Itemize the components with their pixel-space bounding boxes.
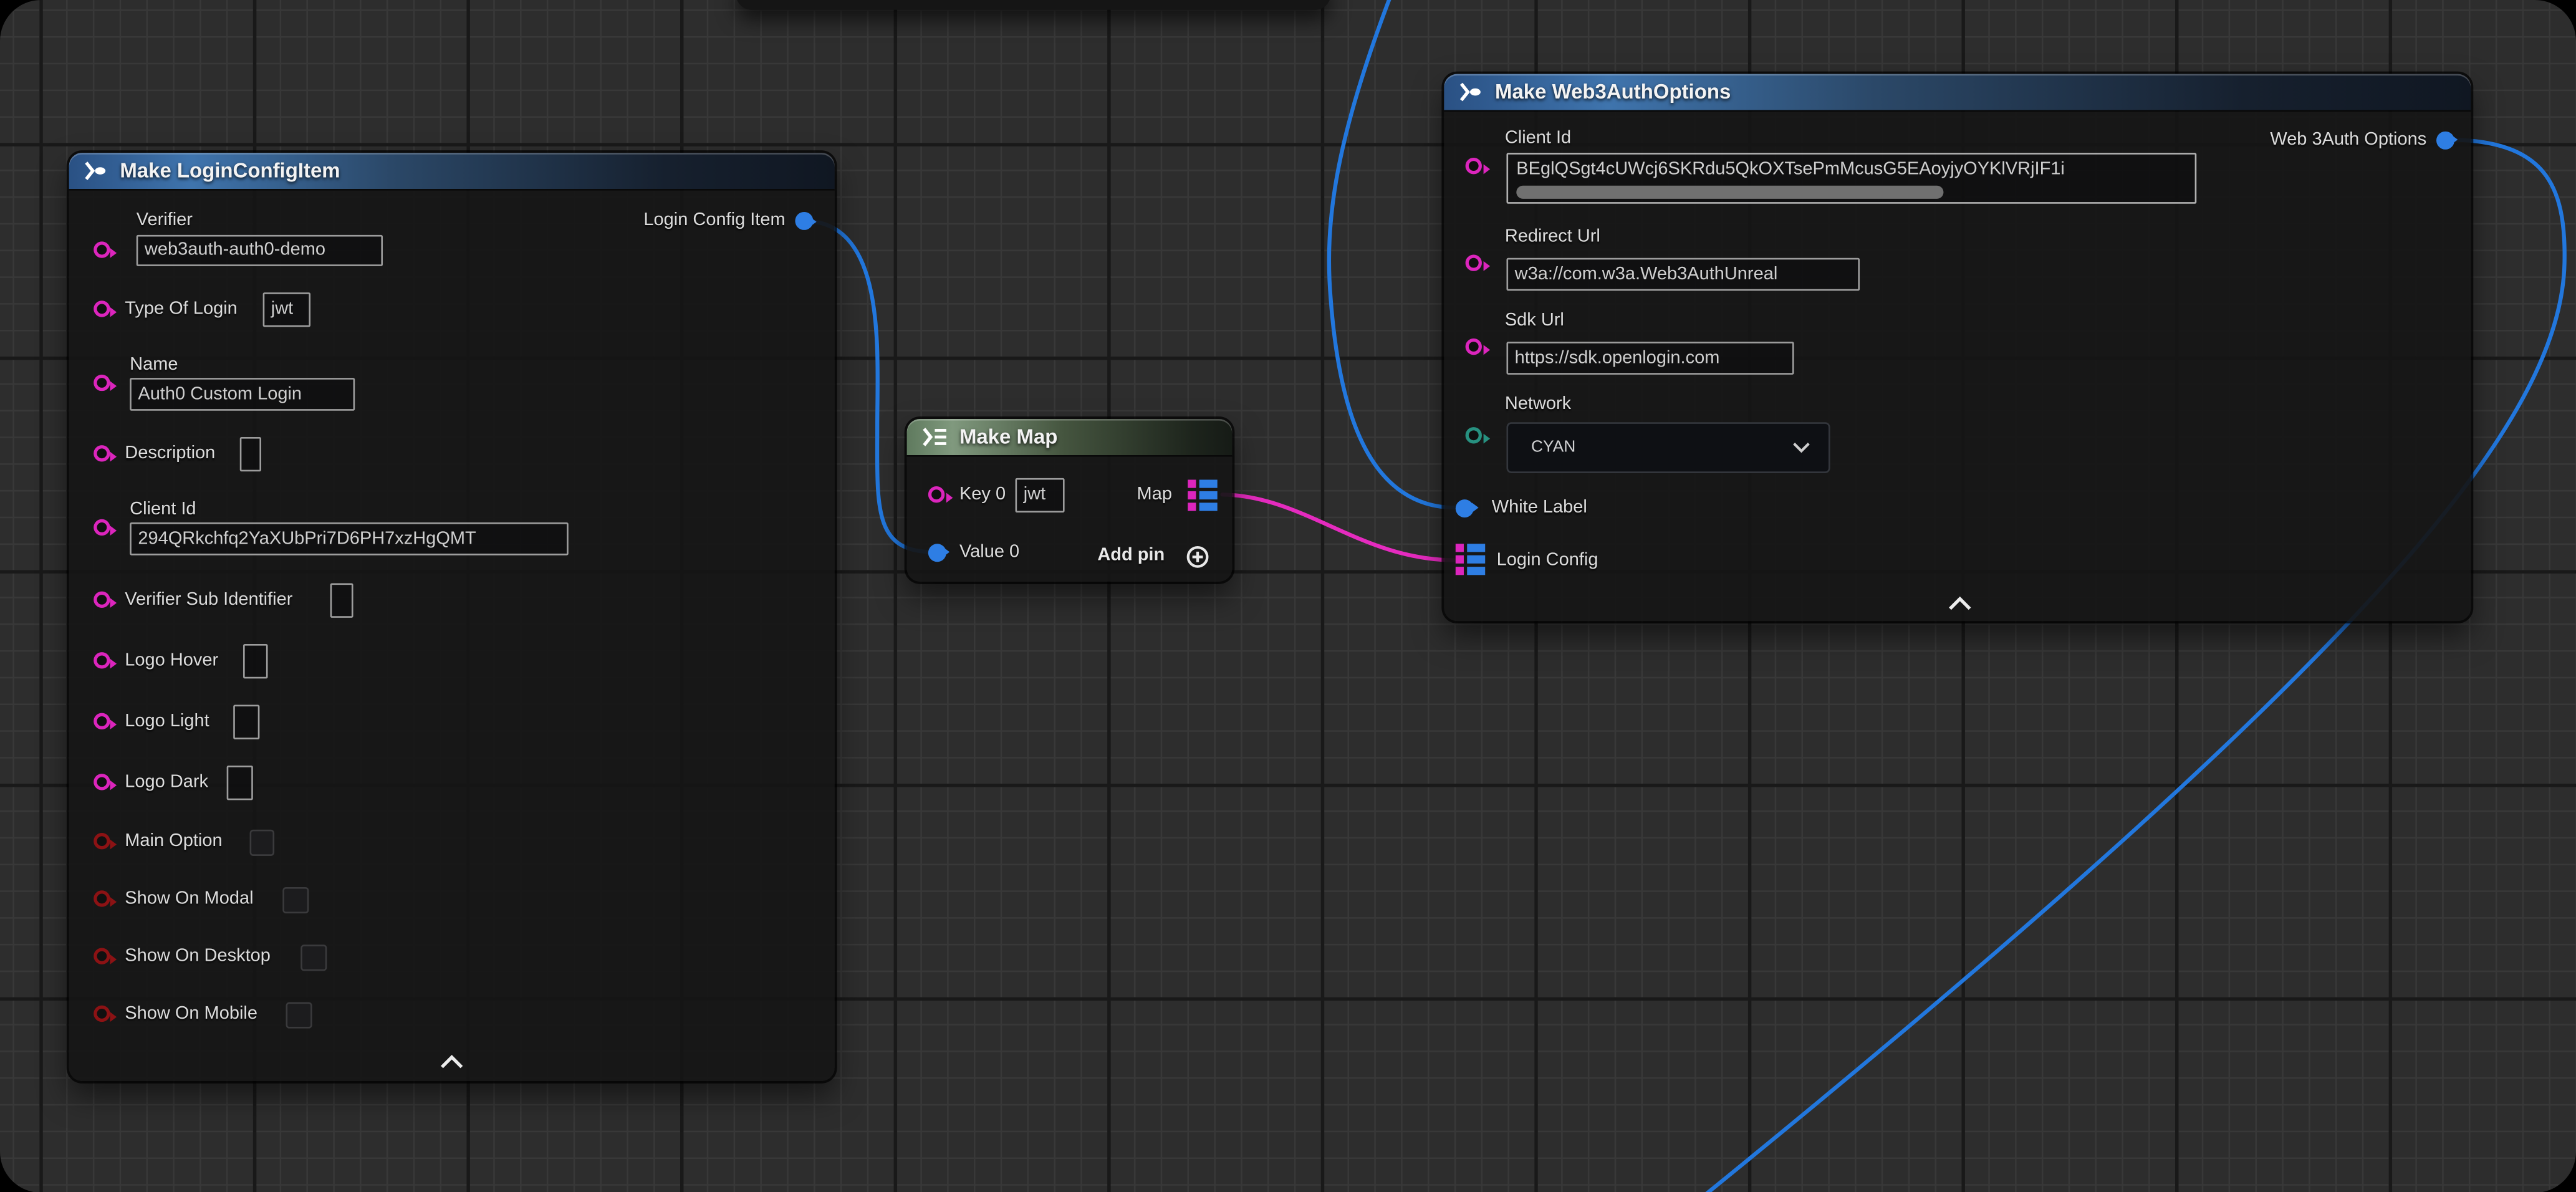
type-of-login-field[interactable]: jwt	[263, 292, 310, 327]
add-pin-icon[interactable]	[1185, 545, 1208, 568]
pin-logo-light[interactable]	[93, 713, 109, 729]
collapse-node-chevron[interactable]	[1947, 597, 1973, 612]
client-id-field[interactable]: 294QRkchfq2YaXUbPri7D6PH7xzHgQMT	[130, 522, 567, 555]
pin-label-main-option: Main Option	[125, 830, 222, 852]
node-title: Make Web3AuthOptions	[1495, 80, 1731, 103]
node-make-map[interactable]: Make Map Key 0 jwt Map Value 0 Add pin	[907, 419, 1233, 582]
pin-client-id[interactable]	[93, 519, 109, 536]
pin-verifier-sub-identifier[interactable]	[93, 592, 109, 608]
wire-offscreen-to-whitelabel[interactable]	[1329, 0, 1456, 507]
pin-label-key0: Key 0	[959, 484, 1006, 505]
pin-label-value0: Value 0	[959, 541, 1019, 562]
pin-label-sdk-url: Sdk Url	[1505, 310, 1564, 332]
output-pin-login-config-item[interactable]	[794, 212, 812, 230]
pin-label-name: Name	[130, 354, 178, 375]
pin-value0[interactable]	[928, 543, 946, 561]
sdk-url-field[interactable]: https://sdk.openlogin.com	[1506, 341, 1794, 375]
pin-label-logo-hover: Logo Hover	[125, 650, 218, 671]
node-make-web3authoptions[interactable]: Make Web3AuthOptions Web 3Auth Options C…	[1444, 74, 2471, 622]
pin-label-type-of-login: Type Of Login	[125, 298, 238, 319]
show-on-desktop-checkbox[interactable]	[300, 944, 326, 970]
blueprint-graph-canvas[interactable]: Make LoginConfigItem Login Config Item V…	[0, 0, 2576, 1192]
node-make-loginconfigitem[interactable]: Make LoginConfigItem Login Config Item V…	[69, 153, 835, 1081]
show-on-modal-checkbox[interactable]	[282, 887, 308, 913]
pin-label-description: Description	[125, 443, 215, 464]
output-pin-map[interactable]	[1188, 479, 1217, 510]
pin-label-verifier-sub-identifier: Verifier Sub Identifier	[125, 589, 292, 610]
offscreen-node-edge[interactable]	[736, 0, 1331, 10]
client-id-scrollbar[interactable]	[1516, 186, 1943, 198]
logo-dark-field[interactable]	[227, 765, 252, 800]
pin-label-show-on-mobile: Show On Mobile	[125, 1003, 257, 1024]
make-struct-icon	[84, 161, 108, 181]
logo-light-field[interactable]	[233, 704, 259, 739]
pin-label-show-on-desktop: Show On Desktop	[125, 946, 271, 967]
output-pin-label: Web 3Auth Options	[2270, 129, 2426, 150]
pin-redirect-url[interactable]	[1466, 254, 1482, 271]
add-pin-label[interactable]: Add pin	[1097, 545, 1165, 565]
output-pin-web3auth-options[interactable]	[2436, 130, 2454, 148]
pin-label-redirect-url: Redirect Url	[1505, 226, 1600, 247]
node-header-make-web3authoptions[interactable]: Make Web3AuthOptions	[1444, 74, 2471, 110]
pin-label-client-id: Client Id	[130, 499, 196, 521]
pin-login-config[interactable]	[1454, 544, 1484, 575]
client-id-field[interactable]: BEglQSgt4cUWcj6SKRdu5QkOXTsePmMcusG5EAoy…	[1506, 152, 2196, 204]
node-header-make-loginconfigitem[interactable]: Make LoginConfigItem	[69, 153, 835, 189]
name-field[interactable]: Auth0 Custom Login	[130, 378, 354, 411]
pin-label-verifier: Verifier	[137, 210, 193, 231]
pin-label-white-label: White Label	[1492, 497, 1587, 518]
chevron-down-icon	[1792, 442, 1810, 453]
make-struct-icon	[1459, 82, 1484, 102]
pin-name[interactable]	[93, 375, 109, 391]
network-dropdown[interactable]: CYAN	[1506, 422, 1829, 473]
make-map-icon	[921, 427, 948, 447]
pin-client-id[interactable]	[1466, 158, 1482, 174]
pin-show-on-desktop[interactable]	[93, 948, 109, 964]
redirect-url-field[interactable]: w3a://com.w3a.Web3AuthUnreal	[1506, 258, 1858, 291]
logo-hover-field[interactable]	[243, 643, 268, 679]
node-title: Make Map	[959, 426, 1057, 449]
node-title: Make LoginConfigItem	[120, 160, 340, 183]
pin-show-on-modal[interactable]	[93, 890, 109, 906]
pin-verifier[interactable]	[93, 241, 109, 257]
key0-field[interactable]: jwt	[1016, 478, 1065, 513]
output-pin-label: Login Config Item	[643, 210, 785, 231]
main-option-checkbox[interactable]	[250, 829, 275, 855]
node-header-make-map[interactable]: Make Map	[907, 419, 1233, 455]
collapse-node-chevron[interactable]	[439, 1055, 465, 1070]
pin-show-on-mobile[interactable]	[93, 1006, 109, 1022]
pin-main-option[interactable]	[93, 833, 109, 849]
show-on-mobile-checkbox[interactable]	[286, 1001, 312, 1027]
pin-label-login-config: Login Config	[1497, 549, 1598, 570]
pin-type-of-login[interactable]	[93, 300, 109, 317]
pin-logo-hover[interactable]	[93, 652, 109, 668]
pin-sdk-url[interactable]	[1466, 339, 1482, 355]
output-pin-label-map: Map	[1137, 484, 1172, 505]
pin-description[interactable]	[93, 445, 109, 461]
pin-label-network: Network	[1505, 393, 1571, 415]
pin-label-logo-dark: Logo Dark	[125, 771, 208, 792]
pin-label-show-on-modal: Show On Modal	[125, 888, 253, 909]
verifier-sub-identifier-field[interactable]	[329, 582, 353, 618]
wire-map-to-loginconfig[interactable]	[1223, 494, 1456, 560]
pin-key0[interactable]	[928, 486, 944, 502]
description-field[interactable]	[240, 436, 261, 472]
pin-label-client-id: Client Id	[1505, 127, 1571, 148]
verifier-field[interactable]: web3auth-auth0-demo	[137, 235, 383, 266]
pin-label-logo-light: Logo Light	[125, 711, 209, 732]
pin-logo-dark[interactable]	[93, 774, 109, 790]
pin-network[interactable]	[1466, 427, 1482, 443]
pin-white-label[interactable]	[1456, 499, 1474, 517]
